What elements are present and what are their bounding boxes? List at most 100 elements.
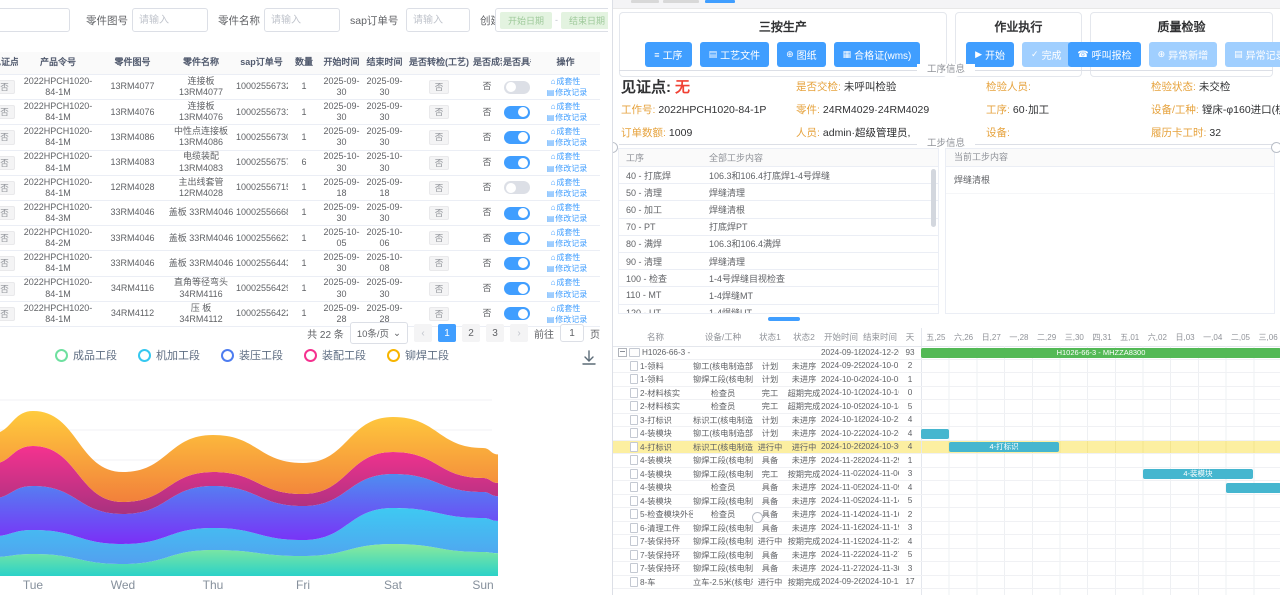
edit-icon: ▤ — [547, 239, 555, 248]
page-number-2[interactable]: 2 — [462, 324, 480, 342]
completeness-link[interactable]: ⌂成套性 — [551, 77, 581, 86]
completeness-link[interactable]: ⌂成套性 — [551, 178, 581, 187]
part-name-input[interactable] — [264, 8, 340, 32]
step-row[interactable]: 40 - 打底焊106.3和106.4打底焊1-4号焊缝 — [619, 167, 938, 184]
completeness-link[interactable]: ⌂成套性 — [551, 102, 581, 111]
gantt-row[interactable]: 4-装模块铆焊工段(核电制造部)完工按期完成2024-11-022024-11-… — [613, 468, 1280, 482]
table-row: 否2022HPCH1020-84-1M13RM4076连接板 13RM40761… — [0, 100, 600, 125]
step-row[interactable]: 110 - MT1-4焊缝MT — [619, 287, 938, 304]
legend-ring-icon — [387, 349, 400, 362]
gantt-row[interactable]: 7-装保持环铆焊工段(核电制造部)具备未进序2024-11-272024-11-… — [613, 562, 1280, 576]
prev-page-button[interactable]: ‹ — [414, 324, 432, 342]
gantt-row[interactable]: 4-装模块铆工(核电制造部)计划未进序2024-10-222024-10-264 — [613, 427, 1280, 441]
tab-inactive-1[interactable] — [631, 0, 659, 3]
collapse-icon[interactable] — [618, 348, 627, 357]
step-row[interactable]: 80 - 满焊106.3和106.4满焊 — [619, 236, 938, 253]
next-page-button[interactable]: › — [510, 324, 528, 342]
home-icon: ⌂ — [551, 102, 556, 111]
legend-item[interactable]: 机加工段 — [138, 347, 200, 363]
page-size-select[interactable]: 10条/页 ⌄ — [350, 322, 408, 344]
steps-scrollbar-vertical[interactable] — [931, 169, 936, 227]
gantt-bar[interactable]: 4-装模块 — [1143, 469, 1254, 479]
page-number-1[interactable]: 1 — [438, 324, 456, 342]
gantt-row[interactable]: 6-清理工件铆焊工段(核电制造部)具备未进序2024-11-162024-11-… — [613, 522, 1280, 536]
gantt-bar[interactable]: H1026-66-3 - MHZZA8300 — [921, 348, 1280, 358]
completeness-link[interactable]: ⌂成套性 — [551, 203, 581, 212]
edit-log-link[interactable]: ▤修改记录 — [547, 214, 588, 223]
edit-log-link[interactable]: ▤修改记录 — [547, 290, 588, 299]
edit-log-link[interactable]: ▤修改记录 — [547, 189, 588, 198]
date-range-input[interactable]: 开始日期 - 结束日期 — [495, 8, 608, 32]
step-row[interactable]: 90 - 清理焊缝清理 — [619, 253, 938, 270]
ready-toggle[interactable] — [504, 181, 530, 194]
legend-item[interactable]: 铆焊工段 — [387, 347, 449, 363]
completeness-link[interactable]: ⌂成套性 — [551, 228, 581, 237]
step-row[interactable]: 100 - 检查1-4号焊缝目视检查 — [619, 270, 938, 287]
ready-toggle[interactable] — [504, 257, 530, 270]
completeness-link[interactable]: ⌂成套性 — [551, 152, 581, 161]
steps-scrollbar-horizontal[interactable] — [768, 317, 800, 321]
gantt-row[interactable]: 7-装保持环铆焊工段(核电制造部)具备未进序2024-11-222024-11-… — [613, 549, 1280, 563]
gantt-row[interactable]: 1-领料铆焊工段(核电制造部)计划未进序2024-10-042024-10-05… — [613, 373, 1280, 387]
completeness-link[interactable]: ⌂成套性 — [551, 253, 581, 262]
ready-toggle[interactable] — [504, 106, 530, 119]
ready-toggle[interactable] — [504, 156, 530, 169]
legend-item[interactable]: 装压工段 — [221, 347, 283, 363]
part-drawing-input[interactable] — [132, 8, 208, 32]
date-start-pill: 开始日期 — [500, 12, 552, 29]
gantt-row[interactable]: 2-材料核实检查员完工超期完成2024-10-092024-10-145 — [613, 400, 1280, 414]
completeness-link[interactable]: ⌂成套性 — [551, 278, 581, 287]
gantt-bar[interactable] — [1226, 483, 1280, 493]
step-row[interactable]: 120 - UT1-4焊缝UT — [619, 305, 938, 315]
edit-log-link[interactable]: ▤修改记录 — [547, 113, 588, 122]
ready-toggle[interactable] — [504, 282, 530, 295]
gantt-row[interactable]: 5-检查模块外径检查员具备未进序2024-11-142024-11-162 — [613, 508, 1280, 522]
sap-order-input[interactable] — [406, 8, 470, 32]
completeness-link[interactable]: ⌂成套性 — [551, 127, 581, 136]
step-row[interactable]: 50 - 清理焊缝清理 — [619, 184, 938, 201]
gantt-row[interactable]: 4-装模块铆焊工段(核电制造部)具备未进序2024-11-092024-11-1… — [613, 495, 1280, 509]
ready-toggle[interactable] — [504, 207, 530, 220]
tab-active[interactable] — [705, 0, 735, 3]
ready-toggle[interactable] — [504, 307, 530, 320]
gantt-row[interactable]: 8-车立车-2.5米(核电制造部)进行中按期完成2024-09-262024-1… — [613, 576, 1280, 590]
gantt-row[interactable]: 4-装模块检查员具备未进序2024-11-052024-11-094 — [613, 481, 1280, 495]
download-chart-icon[interactable] — [580, 349, 598, 367]
edit-log-link[interactable]: ▤修改记录 — [547, 264, 588, 273]
legend-item[interactable]: 装配工段 — [304, 347, 366, 363]
gantt-row[interactable]: 4-打标识标识工(核电制造部)进行中进行中2024-10-262024-10-3… — [613, 441, 1280, 455]
gantt-row[interactable]: 7-装保持环铆焊工段(核电制造部)进行中按期完成2024-11-192024-1… — [613, 535, 1280, 549]
edit-log-link[interactable]: ▤修改记录 — [547, 88, 588, 97]
steps-table-panel: 工序全部工步内容 40 - 打底焊106.3和106.4打底焊1-4号焊缝50 … — [618, 148, 939, 314]
gantt-bar[interactable]: 4-打标识 — [949, 442, 1060, 452]
ready-toggle[interactable] — [504, 81, 530, 94]
edit-log-link[interactable]: ▤修改记录 — [547, 239, 588, 248]
info-column: 检验状态:未交检设备/工种:镗床-φ160进口(核电制造部)履历卡工时:32 — [1151, 76, 1280, 145]
page-number-3[interactable]: 3 — [486, 324, 504, 342]
gantt-row[interactable]: 4-装模块铆焊工段(核电制造部)具备未进序2024-11-282024-11-2… — [613, 454, 1280, 468]
cut-filter-input[interactable] — [0, 8, 70, 32]
document-icon — [630, 388, 638, 398]
ready-toggle[interactable] — [504, 131, 530, 144]
gantt-bar[interactable] — [921, 429, 949, 439]
column-header: 数量 — [288, 55, 320, 70]
step-row[interactable]: 60 - 加工焊缝清根 — [619, 201, 938, 218]
gantt-row[interactable]: 3-打标识标识工(核电制造部)计划未进序2024-10-182024-10-22… — [613, 414, 1280, 428]
splitter-handle-bottom[interactable] — [752, 512, 763, 523]
document-icon — [630, 442, 638, 452]
gantt-row[interactable]: 2-材料核实检查员完工超期完成2024-10-102024-10-100 — [613, 387, 1280, 401]
process-info-divider-label: 工序信息 — [917, 64, 975, 76]
ready-toggle[interactable] — [504, 232, 530, 245]
edit-log-link[interactable]: ▤修改记录 — [547, 138, 588, 147]
goto-page-input[interactable] — [560, 324, 584, 342]
splitter-handle-right[interactable] — [1271, 142, 1280, 153]
gantt-row[interactable]: 1-领料铆工(核电制造部)计划未进序2024-09-292024-10-012 — [613, 360, 1280, 374]
step-row[interactable]: 70 - PT打底焊PT — [619, 219, 938, 236]
tab-inactive-2[interactable] — [663, 0, 699, 3]
gantt-row[interactable] — [613, 589, 1280, 595]
legend-item[interactable]: 成品工段 — [55, 347, 117, 363]
transfer-badge: 否 — [429, 156, 450, 170]
edit-log-link[interactable]: ▤修改记录 — [547, 164, 588, 173]
gantt-row[interactable]: H1026-66-3 - MHZZA83002024-09-182024-12-… — [613, 346, 1280, 360]
completeness-link[interactable]: ⌂成套性 — [551, 304, 581, 313]
